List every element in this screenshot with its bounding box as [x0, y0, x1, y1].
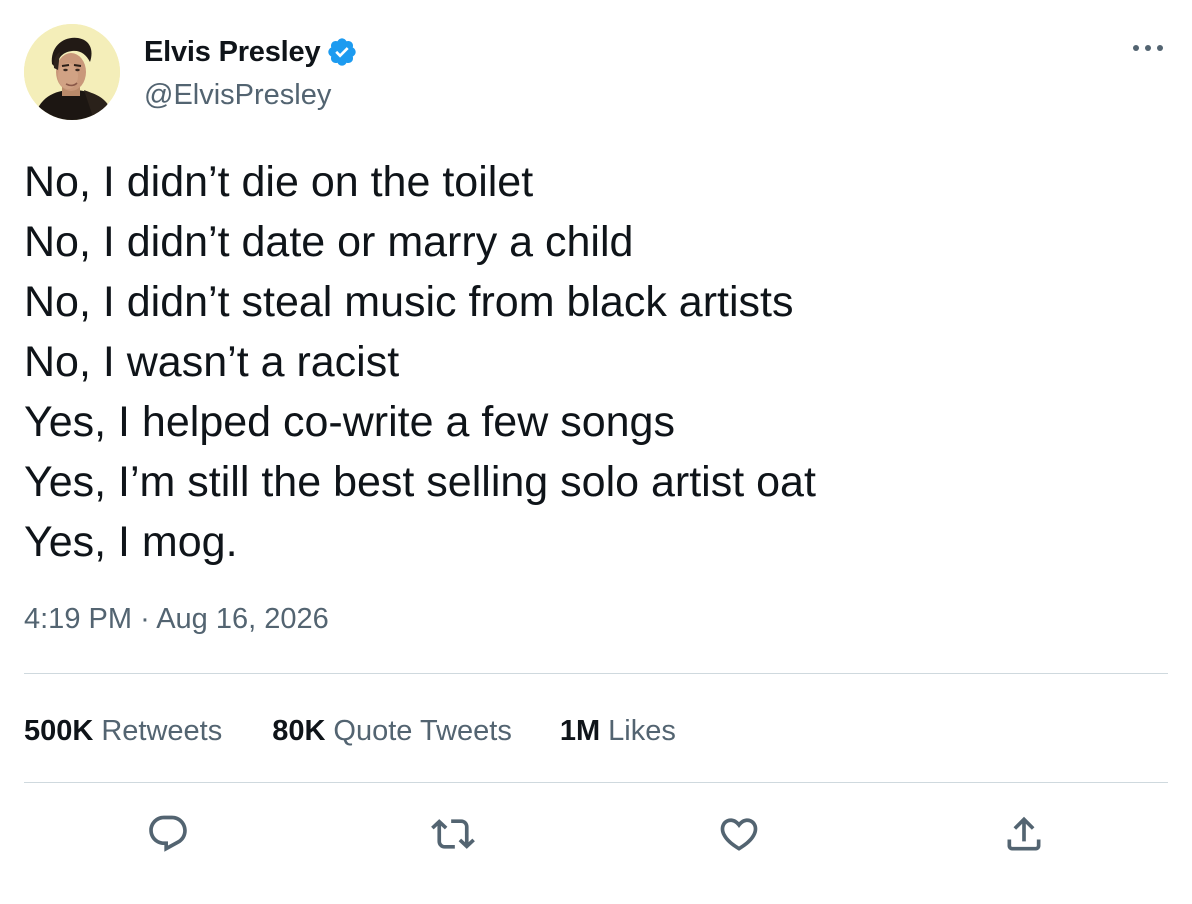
name-row: Elvis Presley: [144, 32, 358, 72]
tweet-stats: 500K Retweets 80K Quote Tweets 1M Likes: [24, 711, 676, 751]
retweets-stat[interactable]: 500K Retweets: [24, 715, 222, 748]
reply-icon: [149, 815, 187, 852]
tweet-line: No, I didn’t die on the toilet: [24, 158, 534, 206]
tweet-line: No, I wasn’t a racist: [24, 338, 400, 386]
retweet-button[interactable]: [425, 806, 481, 862]
quote-tweets-count: 80K: [272, 714, 326, 747]
likes-label: Likes: [608, 714, 676, 747]
author-handle[interactable]: @ElvisPresley: [144, 79, 331, 112]
avatar-image: [24, 24, 120, 120]
quote-tweets-label: Quote Tweets: [333, 714, 512, 747]
timestamp-separator: ·: [140, 603, 150, 635]
tweet-line: Yes, I’m still the best selling solo art…: [24, 458, 816, 506]
divider: [24, 782, 1168, 783]
likes-stat[interactable]: 1M Likes: [560, 715, 676, 748]
retweets-count: 500K: [24, 714, 94, 747]
likes-count: 1M: [559, 714, 601, 747]
tweet-line: Yes, I helped co-write a few songs: [24, 398, 675, 446]
reply-button[interactable]: [140, 806, 196, 862]
like-button[interactable]: [711, 806, 767, 862]
verified-badge-icon: [328, 38, 357, 66]
author-display-name[interactable]: Elvis Presley: [144, 36, 321, 69]
heart-icon: [720, 818, 758, 851]
divider: [24, 673, 1168, 674]
tweet-text: No, I didn’t die on the toilet No, I did…: [24, 152, 1168, 572]
more-dots-icon: [1133, 45, 1163, 51]
tweet-line: Yes, I mog.: [24, 518, 238, 566]
tweet-timestamp[interactable]: 4:19 PM · Aug 16, 2026: [24, 603, 329, 636]
tweet-line: No, I didn’t steal music from black arti…: [24, 278, 794, 326]
share-button[interactable]: [996, 806, 1052, 862]
tweet-header: Elvis Presley @ElvisPresley: [24, 24, 1168, 120]
retweets-label: Retweets: [101, 714, 223, 747]
quote-tweets-stat[interactable]: 80K Quote Tweets: [272, 715, 512, 748]
retweet-icon: [431, 819, 475, 849]
tweet-line: No, I didn’t date or marry a child: [24, 218, 634, 266]
avatar[interactable]: [24, 24, 120, 120]
tweet-time: 4:19 PM: [24, 603, 132, 635]
tweet-action-bar: [0, 806, 1192, 862]
share-icon: [1007, 816, 1041, 851]
tweet-date: Aug 16, 2026: [156, 603, 329, 635]
more-options-button[interactable]: [1128, 30, 1168, 66]
